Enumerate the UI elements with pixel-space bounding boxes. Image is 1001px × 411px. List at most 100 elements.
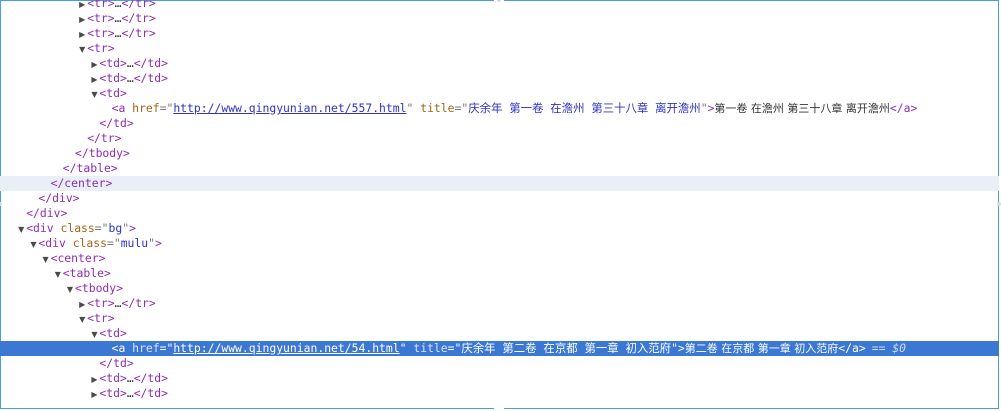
collapse-triangle-icon[interactable]: ▶ [77, 12, 87, 26]
syntax-punct: " [671, 341, 678, 355]
collapse-triangle-icon[interactable]: ▶ [89, 387, 99, 401]
tag-token: </td> [99, 356, 134, 370]
attribute-name: title [420, 101, 455, 115]
tag-token: <tbody> [75, 281, 124, 295]
tag-token: </tr> [121, 26, 156, 40]
collapse-triangle-icon[interactable]: ▶ [77, 0, 87, 11]
tag-token: </center> [50, 176, 113, 190]
syntax-punct: =" [159, 101, 174, 115]
dom-node-row[interactable]: ▶ <tr>…</tr> [0, 296, 999, 311]
tag-token: </td> [99, 116, 134, 130]
expand-triangle-icon[interactable]: ▼ [65, 282, 75, 296]
dom-node-row[interactable]: ▼ <tr> [0, 311, 999, 326]
dom-node-row[interactable]: ▶ <tr>…</tr> [0, 11, 999, 26]
syntax-punct: " [148, 236, 155, 250]
tag-token: </tbody> [75, 146, 130, 160]
attribute-value: http://www.qingyunian.net/557.html [173, 101, 406, 115]
dom-node-row[interactable]: </tbody> [0, 146, 999, 161]
dom-node-row-selected[interactable]: <a href="http://www.qingyunian.net/54.ht… [0, 341, 999, 356]
attribute-name: href [132, 341, 160, 355]
dom-node-row[interactable]: </td> [0, 356, 999, 371]
tag-token: <a [111, 341, 133, 355]
dom-node-row[interactable]: </table> [0, 161, 999, 176]
dom-node-row[interactable]: ▼ <td> [0, 86, 999, 101]
tag-token: <div [26, 221, 61, 235]
dom-node-row[interactable]: ▶ <td>…</td> [0, 71, 999, 86]
tag-token: <tr> [87, 11, 115, 25]
expand-triangle-icon[interactable]: ▼ [89, 327, 99, 341]
tag-token: <div [38, 236, 73, 250]
collapse-triangle-icon[interactable]: ▶ [77, 297, 87, 311]
dom-node-row[interactable]: ▼ <div class="bg"> [0, 221, 999, 236]
expand-triangle-icon[interactable]: ▼ [77, 42, 87, 56]
tag-token: <td> [99, 326, 127, 340]
dom-node-row[interactable]: ▶ <tr>…</tr> [0, 26, 999, 41]
collapse-triangle-icon[interactable]: ▶ [89, 372, 99, 386]
dom-node-row[interactable]: ▼ <center> [0, 251, 999, 266]
resize-handle-right[interactable] [997, 202, 1001, 206]
collapsed-ellipsis[interactable]: … [127, 71, 134, 85]
dom-node-row[interactable]: ▼ <td> [0, 326, 999, 341]
dom-node-row[interactable]: </td> [0, 116, 999, 131]
expand-triangle-icon[interactable]: ▼ [28, 237, 38, 251]
tag-token: </a> [838, 341, 866, 355]
tag-token: </tr> [87, 131, 122, 145]
attribute-value: 庆余年 第二卷 在京都 第一章 初入范府 [461, 341, 672, 355]
collapsed-ellipsis[interactable]: … [127, 386, 134, 400]
syntax-punct: " [406, 101, 421, 115]
tag-token: > [677, 341, 685, 355]
expand-triangle-icon[interactable]: ▼ [77, 312, 87, 326]
dom-node-row[interactable]: ▼ <table> [0, 266, 999, 281]
tag-token: </div> [26, 206, 68, 220]
collapse-triangle-icon[interactable]: ▶ [89, 72, 99, 86]
attribute-value: 庆余年 第一卷 在澹州 第三十八章 离开澹州 [468, 101, 701, 115]
collapse-triangle-icon[interactable]: ▶ [89, 57, 99, 71]
tag-token: </table> [62, 161, 118, 175]
href-link[interactable]: http://www.qingyunian.net/557.html [173, 101, 406, 115]
dom-node-row[interactable]: </center> [0, 176, 999, 191]
dom-node-row[interactable]: ▼ <tbody> [0, 281, 999, 296]
expand-triangle-icon[interactable]: ▼ [89, 87, 99, 101]
collapse-triangle-icon[interactable]: ▶ [77, 27, 87, 41]
dom-node-row[interactable]: </div> [0, 191, 999, 206]
collapsed-ellipsis[interactable]: … [127, 371, 134, 385]
dom-node-row[interactable]: ▶ <td>…</td> [0, 371, 999, 386]
panel-edge-gap-bottom [494, 407, 504, 410]
text-node: 第二卷 在京都 第一章 初入范府 [684, 342, 839, 355]
tag-token: <a [111, 101, 133, 115]
attribute-value: mulu [120, 236, 149, 250]
dom-tree[interactable]: ▶ <tr>…</tr> ▶ <tr>…</tr> ▶ <tr>…</tr> ▼ <tr> ▶ <… [0, 0, 999, 401]
dom-node-row[interactable]: <a href="http://www.qingyunian.net/557.h… [0, 101, 999, 116]
dom-node-row[interactable]: ▶ <td>…</td> [0, 56, 999, 71]
href-link[interactable]: http://www.qingyunian.net/54.html [173, 341, 399, 355]
syntax-punct: =" [94, 221, 109, 235]
dom-node-row[interactable]: </tr> [0, 131, 999, 146]
tag-token: </a> [889, 101, 918, 115]
attribute-name: href [132, 101, 160, 115]
selected-node-marker: == $0 [871, 341, 907, 355]
attribute-value: bg [108, 221, 123, 235]
dom-node-row[interactable]: ▼ <div class="mulu"> [0, 236, 999, 251]
expand-triangle-icon[interactable]: ▼ [53, 267, 63, 281]
tag-token: </td> [133, 371, 168, 385]
tag-token: </tr> [121, 0, 156, 10]
tag-token: </div> [38, 191, 80, 205]
dom-node-row[interactable]: ▼ <tr> [0, 41, 999, 56]
tag-token: <tr> [87, 26, 115, 40]
dom-node-row[interactable]: ▶ <td>…</td> [0, 386, 999, 401]
tag-token: </tr> [121, 296, 156, 310]
syntax-punct: " [399, 341, 414, 355]
text-node: 第一卷 在澹州 第三十八章 离开澹州 [714, 102, 890, 115]
tag-token: <tr> [87, 41, 115, 55]
dom-node-row[interactable]: </div> [0, 206, 999, 221]
expand-triangle-icon[interactable]: ▼ [41, 252, 51, 266]
expand-triangle-icon[interactable]: ▼ [16, 222, 26, 236]
tag-token: <td> [99, 371, 127, 385]
collapsed-ellipsis[interactable]: … [127, 56, 134, 70]
